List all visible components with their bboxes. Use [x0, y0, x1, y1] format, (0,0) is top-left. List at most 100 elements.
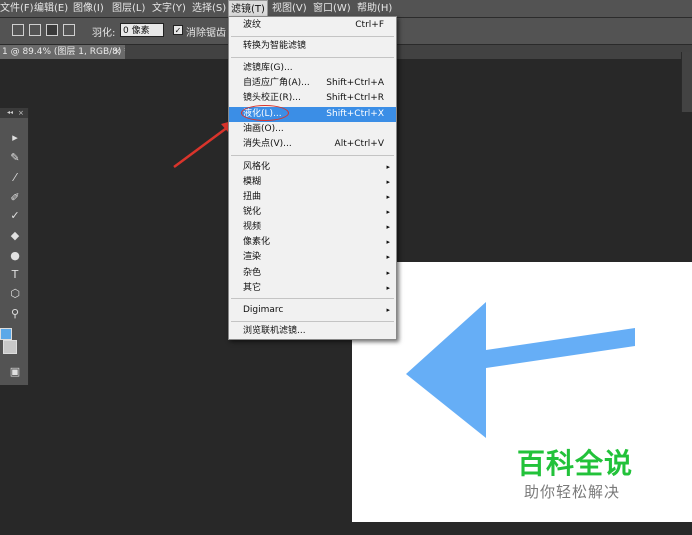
menu-item-browse-online-filters[interactable]: 浏览联机滤镜... [229, 324, 396, 339]
menu-item-convert-smart-filter[interactable]: 转换为智能滤镜 [229, 39, 396, 54]
intersect-selection-icon[interactable] [63, 24, 75, 36]
collapse-icon[interactable]: ◂◂ [7, 108, 13, 118]
menu-window[interactable]: 窗口(W) [313, 0, 351, 17]
submenu-arrow-icon: ▸ [386, 223, 390, 231]
toolbox-panel: ◂◂ × ▸ ✎ ⁄ ✐ ✓ ◆ ● T ⬡ ⚲ ▣ [0, 108, 29, 385]
menu-item-shortcut: Ctrl+F [355, 20, 384, 30]
submenu-arrow-icon: ▸ [386, 208, 390, 216]
new-selection-icon[interactable] [12, 24, 24, 36]
menu-item-oil-paint[interactable]: 油画(O)... [229, 122, 396, 137]
menu-item-label: 像素化 [243, 237, 271, 247]
screen-mode-icon[interactable]: ▣ [6, 364, 24, 380]
submenu-arrow-icon: ▸ [386, 253, 390, 261]
menu-item-render[interactable]: 渲染 ▸ [229, 250, 396, 265]
submenu-arrow-icon: ▸ [386, 193, 390, 201]
menu-item-label: 浏览联机滤镜... [243, 326, 306, 336]
menu-item-shortcut: Shift+Ctrl+X [326, 109, 384, 119]
menu-item-noise[interactable]: 杂色 ▸ [229, 266, 396, 281]
move-tool-icon[interactable]: ▸ [6, 130, 24, 146]
quick-selection-tool-icon[interactable]: ✎ [6, 150, 24, 166]
submenu-arrow-icon: ▸ [386, 238, 390, 246]
menu-item-label: 模糊 [243, 177, 262, 187]
menu-item-other[interactable]: 其它 ▸ [229, 281, 396, 296]
menu-divider [231, 36, 394, 37]
menu-item-sharpen[interactable]: 锐化 ▸ [229, 205, 396, 220]
menu-item-digimarc[interactable]: Digimarc ▸ [229, 303, 396, 318]
feather-label: 羽化: [92, 28, 116, 39]
menu-divider [231, 321, 394, 322]
menu-item-distort[interactable]: 扭曲 ▸ [229, 190, 396, 205]
menu-divider [231, 155, 394, 156]
menu-item-label: 锐化 [243, 207, 262, 217]
type-tool-icon[interactable]: T [6, 267, 24, 283]
watermark-subtitle: 助你轻松解决 [524, 483, 621, 501]
menu-edit[interactable]: 编辑(E) [34, 0, 68, 17]
dodge-tool-icon[interactable]: ● [6, 248, 24, 264]
add-selection-icon[interactable] [29, 24, 41, 36]
menu-divider [231, 57, 394, 58]
filter-menu: 波纹 Ctrl+F 转换为智能滤镜 滤镜库(G)... 自适应广角(A)... … [228, 16, 397, 340]
annotation-circle [241, 105, 289, 121]
menu-divider [231, 298, 394, 299]
feather-input[interactable]: 0 像素 [120, 23, 164, 37]
menu-item-filter-gallery[interactable]: 滤镜库(G)... [229, 61, 396, 76]
submenu-arrow-icon: ▸ [386, 269, 390, 277]
antialias-label: 消除锯齿 [186, 28, 226, 39]
collapsed-panel[interactable] [681, 52, 692, 112]
blue-arrow-shape [406, 302, 635, 438]
menu-item-ripple[interactable]: 波纹 Ctrl+F [229, 18, 396, 33]
arrow-graphic [406, 302, 635, 438]
menu-item-vanishing-point[interactable]: 消失点(V)... Alt+Ctrl+V [229, 137, 396, 152]
menu-item-label: 风格化 [243, 162, 271, 172]
menu-item-label: 消失点(V)... [243, 139, 292, 149]
menu-item-shortcut: Shift+Ctrl+R [326, 93, 384, 103]
menu-item-shortcut: Alt+Ctrl+V [334, 139, 384, 149]
menu-item-adaptive-wide-angle[interactable]: 自适应广角(A)... Shift+Ctrl+A [229, 76, 396, 91]
shape-tool-icon[interactable]: ⬡ [6, 286, 24, 302]
menu-item-pixelate[interactable]: 像素化 ▸ [229, 235, 396, 250]
menu-item-label: 油画(O)... [243, 124, 284, 134]
eyedropper-tool-icon[interactable]: ⁄ [6, 170, 24, 186]
submenu-arrow-icon: ▸ [386, 178, 390, 186]
document-tab-title: 1 @ 89.4% (图层 1, RGB/8) * [2, 47, 125, 57]
menu-image[interactable]: 图像(I) [73, 0, 104, 17]
menu-item-label: 杂色 [243, 268, 262, 278]
submenu-arrow-icon: ▸ [386, 306, 390, 314]
menu-type[interactable]: 文字(Y) [152, 0, 186, 17]
document-image: 百科全说 助你轻松解决 [352, 262, 692, 522]
background-color-swatch[interactable] [3, 340, 17, 354]
menu-item-stylize[interactable]: 风格化 ▸ [229, 160, 396, 175]
submenu-arrow-icon: ▸ [386, 284, 390, 292]
menu-view[interactable]: 视图(V) [272, 0, 307, 17]
submenu-arrow-icon: ▸ [386, 163, 390, 171]
antialias-checkbox[interactable]: ✓ [173, 25, 183, 35]
menu-item-label: 波纹 [243, 20, 262, 30]
menu-item-label: 其它 [243, 283, 262, 293]
menu-item-label: 镜头校正(R)... [243, 93, 301, 103]
document-tab[interactable]: 1 @ 89.4% (图层 1, RGB/8) * × [0, 45, 125, 59]
menu-file[interactable]: 文件(F) [0, 0, 34, 17]
menu-item-label: Digimarc [243, 305, 284, 315]
paint-bucket-tool-icon[interactable]: ◆ [6, 228, 24, 244]
menu-item-liquify[interactable]: 液化(L)... Shift+Ctrl+X [229, 105, 396, 122]
history-brush-tool-icon[interactable]: ✓ [6, 208, 24, 224]
menu-item-label: 自适应广角(A)... [243, 78, 310, 88]
foreground-color-swatch[interactable] [0, 328, 12, 340]
menu-select[interactable]: 选择(S) [192, 0, 226, 17]
menu-filter[interactable]: 滤镜(T) [228, 0, 268, 17]
subtract-selection-icon[interactable] [46, 24, 58, 36]
menu-item-video[interactable]: 视频 ▸ [229, 220, 396, 235]
watermark-title: 百科全说 [517, 447, 634, 480]
close-icon[interactable]: × [18, 108, 24, 118]
brush-tool-icon[interactable]: ✐ [6, 190, 24, 206]
menu-item-lens-correction[interactable]: 镜头校正(R)... Shift+Ctrl+R [229, 91, 396, 106]
menu-layer[interactable]: 图层(L) [112, 0, 145, 17]
close-icon[interactable]: × [113, 45, 121, 59]
zoom-tool-icon[interactable]: ⚲ [6, 306, 24, 322]
menu-item-label: 扭曲 [243, 192, 262, 202]
toolbox-header: ◂◂ × [0, 108, 28, 118]
menu-item-label: 滤镜库(G)... [243, 63, 293, 73]
menu-help[interactable]: 帮助(H) [357, 0, 392, 17]
menu-item-label: 渲染 [243, 252, 262, 262]
menu-item-blur[interactable]: 模糊 ▸ [229, 175, 396, 190]
